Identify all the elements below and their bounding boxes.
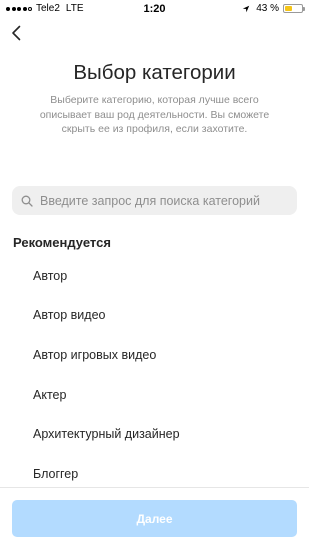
section-title-recommended: Рекомендуется bbox=[13, 235, 111, 250]
category-label: Автор видео bbox=[33, 308, 106, 323]
status-bar-right: 43 % bbox=[242, 3, 305, 14]
search-icon bbox=[21, 195, 33, 207]
category-list: Автор Автор видео Автор игровых видео Ак… bbox=[0, 256, 309, 494]
search-bar[interactable] bbox=[12, 186, 297, 215]
battery-icon bbox=[283, 4, 305, 13]
category-label: Блоггер bbox=[33, 466, 79, 481]
battery-percent: 43 % bbox=[256, 3, 279, 14]
category-label: Автор bbox=[33, 268, 68, 283]
search-input[interactable] bbox=[40, 193, 290, 208]
category-label: Актер bbox=[33, 387, 67, 402]
status-bar: Tele2 LTE 1:20 43 % bbox=[0, 0, 309, 18]
footer-divider bbox=[0, 487, 309, 488]
battery-level-fill bbox=[285, 6, 292, 11]
category-item-video-author[interactable]: Автор видео bbox=[0, 296, 309, 336]
back-button[interactable] bbox=[8, 24, 26, 42]
location-arrow-icon bbox=[243, 5, 250, 12]
category-label: Архитектурный дизайнер bbox=[33, 427, 180, 442]
category-label: Автор игровых видео bbox=[33, 347, 157, 362]
chevron-left-icon bbox=[12, 25, 21, 41]
category-item-gaming-video-author[interactable]: Автор игровых видео bbox=[0, 335, 309, 375]
category-item-actor[interactable]: Актер bbox=[0, 375, 309, 415]
page-description: Выберите категорию, которая лучше всего … bbox=[39, 94, 270, 135]
page-title: Выбор категории bbox=[73, 61, 236, 84]
next-button[interactable]: Далее bbox=[12, 500, 297, 537]
category-item-architectural-designer[interactable]: Архитектурный дизайнер bbox=[0, 414, 309, 454]
category-item-author[interactable]: Автор bbox=[0, 256, 309, 296]
